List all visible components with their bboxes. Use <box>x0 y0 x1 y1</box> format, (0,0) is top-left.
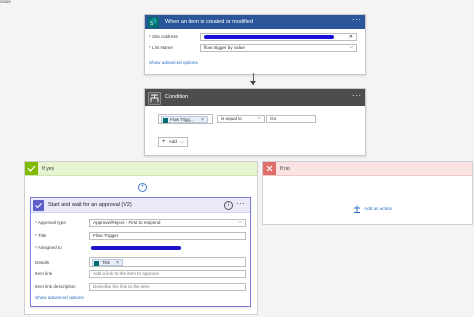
info-icon[interactable]: i <box>224 200 233 210</box>
insert-step-plus-icon[interactable]: + <box>138 183 147 192</box>
approval-type-dropdown[interactable]: Approve/Reject - First to respond ⌵ <box>89 219 246 227</box>
condition-left-operand[interactable]: Flow Trigg... × <box>158 114 213 124</box>
sharepoint-token-icon <box>94 260 99 266</box>
trigger-title: When an item is created or modified <box>165 18 254 25</box>
condition-header[interactable]: Condition ··· <box>145 89 365 106</box>
details-field[interactable]: Title × <box>89 257 246 267</box>
show-advanced-options-link[interactable]: Show advanced options <box>149 60 198 65</box>
condition-right-operand[interactable]: Go <box>266 115 316 123</box>
title-value: Flow Trigger <box>93 233 119 238</box>
add-an-action-label: Add an action <box>364 206 393 211</box>
if-yes-header: If yes <box>25 162 257 176</box>
item-link-description-label: Item link description <box>35 284 76 289</box>
approval-type-value: Approve/Reject - First to respond <box>93 220 161 225</box>
condition-menu-icon[interactable]: ··· <box>352 92 362 100</box>
site-address-label: * Site Address <box>149 34 178 39</box>
add-button[interactable]: + Add ⌵ <box>158 137 188 147</box>
check-icon <box>25 162 38 175</box>
condition-card: Condition ··· Flow Trigg... × is equal t… <box>144 88 366 156</box>
list-name-label: * List Name <box>149 45 173 50</box>
approval-type-label: * Approval type <box>35 220 66 225</box>
operator-dropdown[interactable]: is equal to ⌵ <box>217 115 265 123</box>
trigger-card: S When an item is created or modified ··… <box>144 14 366 75</box>
clear-icon[interactable]: ✕ <box>349 34 353 40</box>
if-no-header: If no <box>263 162 472 176</box>
details-token-label: Title <box>102 260 110 265</box>
condition-icon <box>148 92 161 105</box>
item-link-placeholder: Add a link to the item to approve <box>93 271 159 276</box>
operator-value: is equal to <box>221 116 242 121</box>
item-link-field[interactable]: Add a link to the item to approve <box>89 270 246 278</box>
chevron-down-icon[interactable]: ⌵ <box>238 220 242 225</box>
top-label: value <box>0 0 11 4</box>
item-link-description-field[interactable]: Describe the link to the item <box>89 283 246 291</box>
title-label: * Title <box>35 233 47 238</box>
chevron-down-icon: ⌵ <box>180 139 184 144</box>
approval-card: Start and wait for an approval (V2) i ··… <box>30 197 251 307</box>
trigger-menu-icon[interactable]: ··· <box>352 16 362 24</box>
if-no-branch: If no Add an action <box>262 161 473 225</box>
condition-value: Go <box>270 116 277 121</box>
approval-icon <box>33 199 44 211</box>
site-address-field[interactable]: ✕ <box>200 33 357 41</box>
sharepoint-token-icon <box>163 117 168 123</box>
if-yes-title: If yes <box>42 165 54 172</box>
if-no-title: If no <box>280 165 290 172</box>
trigger-header[interactable]: S When an item is created or modified ··… <box>145 15 365 29</box>
title-field[interactable]: Flow Trigger <box>89 232 246 240</box>
assigned-to-label: * Assigned to <box>35 245 62 250</box>
add-label: Add <box>168 139 177 144</box>
chevron-down-icon[interactable]: ⌵ <box>257 116 261 121</box>
list-name-field[interactable]: flow trigger by value ⌵ <box>200 44 357 52</box>
approval-title: Start and wait for an approval (V2) <box>48 202 132 208</box>
details-token-chip: Title × <box>92 259 123 266</box>
add-action-icon <box>353 205 361 213</box>
cross-icon <box>263 162 276 175</box>
list-name-value: flow trigger by value <box>204 45 245 50</box>
approval-header[interactable]: Start and wait for an approval (V2) i ··… <box>31 198 250 213</box>
chevron-down-icon[interactable]: ⌵ <box>349 45 353 50</box>
item-link-label: Item link <box>35 271 53 276</box>
plus-icon: + <box>162 139 166 145</box>
redacted-assignee <box>91 246 181 250</box>
token-close-icon[interactable]: × <box>201 117 204 123</box>
condition-title: Condition <box>165 94 189 100</box>
sharepoint-icon: S <box>148 16 159 28</box>
details-label: Details <box>35 260 50 265</box>
token-close-icon[interactable]: × <box>116 260 119 266</box>
redacted-site-address <box>204 35 334 39</box>
approval-menu-icon[interactable]: ··· <box>236 200 246 208</box>
item-link-description-placeholder: Describe the link to the item <box>93 284 150 289</box>
assigned-to-field[interactable] <box>89 244 246 252</box>
arrow-down-icon <box>250 81 256 85</box>
show-advanced-options-link[interactable]: Show advanced options <box>35 295 84 300</box>
token-chip: Flow Trigg... × <box>161 116 208 123</box>
token-label: Flow Trigg... <box>170 117 194 122</box>
